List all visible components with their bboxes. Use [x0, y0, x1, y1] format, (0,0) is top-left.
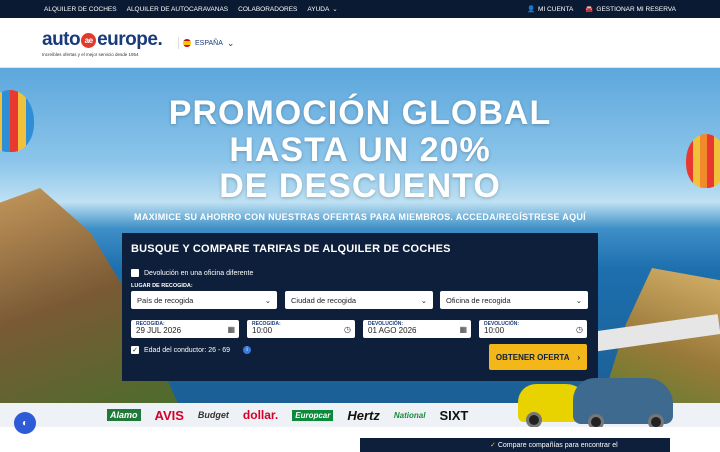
brand-hertz: Hertz — [347, 407, 380, 423]
hero-line-3: DE DESCUENTO — [219, 167, 501, 205]
info-icon[interactable]: i — [243, 346, 252, 354]
logo-auto: auto — [42, 29, 81, 50]
pickup-time-field[interactable]: RECOGIDA: 10:00 ◷ — [247, 320, 355, 338]
city-placeholder: Ciudad de recogida — [291, 295, 357, 305]
clock-icon: ◷ — [576, 325, 583, 334]
chevron-right-icon: › — [577, 352, 581, 362]
calendar-icon: ▦ — [459, 325, 467, 334]
user-icon: 👤 — [526, 6, 536, 13]
country-placeholder: País de recogida — [137, 295, 194, 305]
clock-icon: ◷ — [344, 325, 351, 334]
return-time-field[interactable]: DEVOLUCIÓN: 10:00 ◷ — [479, 320, 587, 338]
get-offer-button[interactable]: OBTENER OFERTA › — [489, 344, 587, 370]
hero-line-1: PROMOCIÓN GLOBAL — [168, 94, 552, 132]
search-title: BUSQUE Y COMPARE TARIFAS DE ALQUILER DE … — [131, 243, 451, 255]
pickup-place-label: LUGAR DE RECOGIDA: — [131, 283, 193, 289]
logo-mark: ae — [81, 32, 97, 48]
checkmark-icon: ✓ — [131, 346, 139, 354]
my-account-label: MI CUENTA — [538, 5, 574, 13]
my-account-link[interactable]: 👤 MI CUENTA — [526, 5, 574, 14]
pickup-date-value: 29 JUL 2026 — [136, 326, 182, 335]
brand-alamo: Alamo — [107, 409, 141, 421]
chevron-down-icon: ⌄ — [420, 295, 427, 305]
wheel — [526, 412, 542, 428]
chevron-down-icon: ⌄ — [264, 295, 271, 305]
nav-campervan-rental[interactable]: ALQUILER DE AUTOCARAVANAS — [127, 6, 229, 13]
manage-reservation-link[interactable]: 🚘 GESTIONAR MI RESERVA — [585, 5, 676, 14]
different-office-checkbox[interactable]: Devolución en una oficina diferente — [131, 269, 253, 277]
checkbox-box — [131, 269, 139, 277]
brand-national: National — [393, 410, 426, 420]
get-offer-label: OBTENER OFERTA — [495, 352, 570, 362]
city-select[interactable]: Ciudad de recogida ⌄ — [285, 291, 433, 309]
hero-line-2: HASTA UN 20% — [229, 131, 491, 169]
manage-reservation-label: GESTIONAR MI RESERVA — [596, 5, 676, 13]
brand-dollar: dollar. — [242, 408, 279, 422]
checkmark-icon: ✓ — [490, 442, 496, 449]
car-icon: 🚘 — [585, 6, 594, 13]
calendar-icon: ▦ — [227, 325, 235, 334]
chevron-down-icon: ⌄ — [332, 6, 338, 13]
brand-avis: AVIS — [154, 407, 184, 423]
chevron-down-icon: ⌄ — [226, 37, 235, 48]
office-placeholder: Oficina de recogida — [446, 295, 511, 305]
return-date-field[interactable]: DEVOLUCIÓN: 01 AGO 2026 ▦ — [363, 320, 471, 338]
cookie-settings-button[interactable]: ◐ — [14, 412, 36, 434]
hero-subtitle[interactable]: MAXIMICE SU AHORRO CON NUESTRAS OFERTAS … — [0, 212, 720, 222]
driver-age-label: Edad del conductor: 26 - 69 — [144, 346, 231, 354]
brand-sixt: SIXT — [439, 407, 469, 423]
driver-age-checkbox[interactable]: ✓ Edad del conductor: 26 - 69 i — [131, 346, 252, 354]
header: auto ae europe. Increíbles ofertas y el me… — [0, 18, 720, 68]
different-office-label: Devolución en una oficina diferente — [144, 269, 254, 277]
spain-flag-icon — [183, 39, 191, 47]
return-date-value: 01 AGO 2026 — [368, 326, 417, 335]
chevron-down-icon: ⌄ — [575, 295, 582, 305]
cars-image — [518, 370, 678, 430]
brand-budget: Budget — [197, 410, 229, 420]
search-panel: BUSQUE Y COMPARE TARIFAS DE ALQUILER DE … — [122, 233, 598, 381]
language-selector[interactable]: ESPAÑA ⌄ — [178, 37, 234, 49]
nav-car-rental[interactable]: ALQUILER DE COCHES — [44, 6, 117, 13]
top-bar: ALQUILER DE COCHES ALQUILER DE AUTOCARAV… — [0, 0, 720, 18]
nav-help[interactable]: AYUDA ⌄ — [307, 5, 338, 14]
nav-help-label: AYUDA — [307, 5, 330, 13]
compare-text: Compare compañías para encontrar el — [497, 442, 618, 449]
logo-tagline: Increíbles ofertas y el mejor servicio d… — [42, 52, 139, 57]
office-select[interactable]: Oficina de recogida ⌄ — [440, 291, 588, 309]
pickup-time-value: 10:00 — [252, 326, 273, 335]
brand-europcar: Europcar — [292, 409, 334, 421]
logo[interactable]: auto ae europe. Increíbles ofertas y el me… — [42, 29, 163, 57]
nav-partners[interactable]: COLABORADORES — [238, 6, 297, 13]
return-time-value: 10:00 — [484, 326, 505, 335]
logo-europe: europe. — [97, 29, 163, 50]
language-label: ESPAÑA — [195, 39, 223, 47]
cookie-icon: ◐ — [21, 417, 29, 429]
country-select[interactable]: País de recogida ⌄ — [131, 291, 277, 309]
pickup-date-field[interactable]: RECOGIDA: 29 JUL 2026 ▦ — [131, 320, 239, 338]
